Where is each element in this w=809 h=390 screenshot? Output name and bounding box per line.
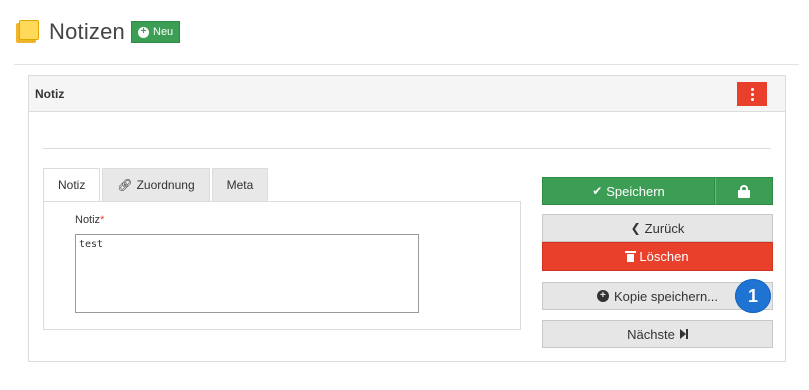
save-copy-button-label: Kopie speichern...: [613, 288, 719, 304]
vertical-ellipsis-icon: [750, 87, 754, 101]
tab-zuordnung[interactable]: 🔗︎ Zuordnung: [102, 168, 210, 202]
note-textarea[interactable]: test: [75, 234, 419, 313]
delete-button-label: Löschen: [639, 249, 689, 264]
step-forward-icon: [679, 329, 688, 339]
next-button-label: Nächste: [627, 326, 675, 342]
lock-icon: [738, 184, 750, 198]
chevron-left-icon: ❮: [630, 221, 641, 235]
next-button[interactable]: Nächste: [542, 320, 773, 348]
tab-label: Zuordnung: [136, 178, 195, 192]
page-header: Notizen + Neu: [16, 14, 181, 50]
panel-divider: [43, 148, 771, 149]
step-badge: 1: [735, 279, 771, 313]
tab-notiz[interactable]: Notiz: [43, 168, 101, 202]
sticky-note-icon: [16, 19, 40, 45]
back-button-label: Zurück: [644, 220, 685, 236]
new-button-label: Neu: [153, 26, 174, 38]
delete-button[interactable]: Löschen: [542, 242, 773, 271]
plus-circle-icon: +: [138, 26, 149, 38]
tab-label: Meta: [226, 178, 254, 192]
link-icon: 🔗︎: [117, 178, 133, 192]
panel-title: Notiz: [35, 87, 65, 101]
panel-heading: Notiz: [29, 76, 785, 112]
field-label-text: Notiz: [75, 214, 101, 226]
tab-content: Notiz* test: [43, 201, 521, 330]
notiz-field-label: Notiz*: [75, 214, 104, 226]
save-button-label: Speichern: [606, 183, 665, 199]
header-divider: [14, 64, 799, 65]
page-title: Notizen: [49, 19, 125, 44]
note-panel: Notiz Notiz 🔗︎ Zuordnung Meta Notiz* tes…: [28, 75, 786, 362]
save-button[interactable]: ✔ Speichern: [542, 177, 715, 205]
new-button[interactable]: + Neu: [131, 21, 181, 43]
tab-bar: Notiz 🔗︎ Zuordnung Meta: [43, 168, 270, 202]
plus-circle-icon: +: [596, 290, 609, 302]
panel-menu-button[interactable]: [737, 82, 767, 106]
required-marker: *: [100, 214, 105, 226]
trash-icon: [625, 251, 637, 262]
tab-meta[interactable]: Meta: [211, 168, 269, 202]
back-button[interactable]: ❮ Zurück: [542, 214, 773, 242]
lock-button[interactable]: [715, 177, 773, 205]
check-icon: ✔: [592, 184, 603, 198]
tab-label: Notiz: [58, 178, 86, 192]
